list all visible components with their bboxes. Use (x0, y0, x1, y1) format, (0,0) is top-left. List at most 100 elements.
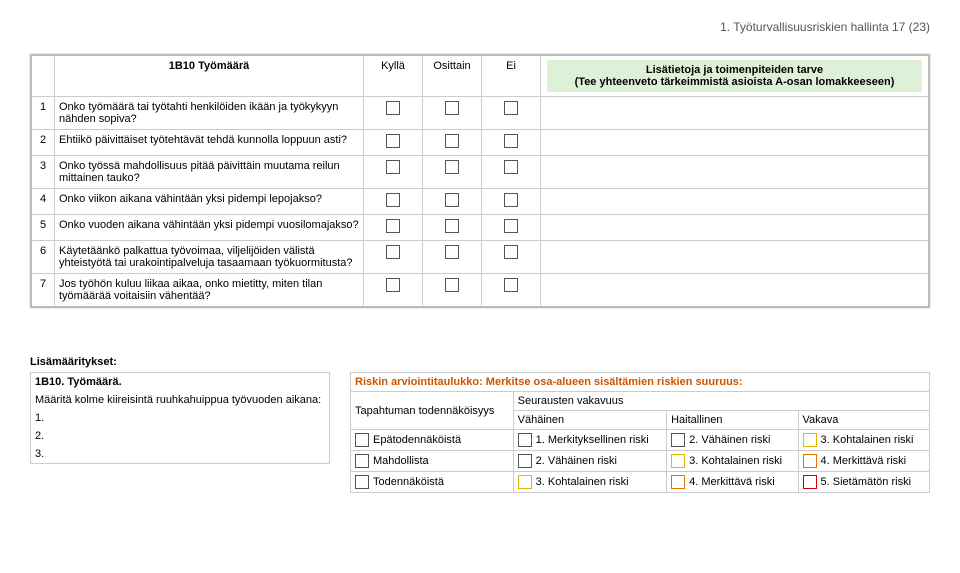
lower-section: 1B10. Työmäärä. Määritä kolme kiireisint… (30, 372, 930, 493)
question-text: Onko vuoden aikana vähintään yksi pidemp… (55, 215, 364, 241)
info-input-cell[interactable] (541, 241, 930, 274)
extra-definitions-header: Lisämääritykset: (30, 356, 930, 368)
info-input-cell[interactable] (541, 156, 930, 189)
checkbox-no[interactable] (504, 134, 518, 148)
checkbox-no[interactable] (504, 278, 518, 292)
info-input-cell[interactable] (541, 130, 930, 156)
risk-value: 2. Vähäinen riski (689, 434, 770, 446)
checkbox-partial[interactable] (445, 278, 459, 292)
risk-value: 4. Merkittävä riski (689, 476, 775, 488)
page-header: 1. Työturvallisuusriskien hallinta 17 (2… (30, 20, 930, 34)
checkbox-no[interactable] (504, 193, 518, 207)
checkbox-partial[interactable] (445, 245, 459, 259)
question-row: 7Jos työhön kuluu liikaa aikaa, onko mie… (31, 274, 929, 308)
info-input-cell[interactable] (541, 97, 930, 130)
question-number: 7 (31, 274, 55, 308)
question-row: 4Onko viikon aikana vähintään yksi pidem… (31, 189, 929, 215)
checkbox-probability[interactable] (355, 454, 369, 468)
checkbox-yes[interactable] (386, 219, 400, 233)
question-text: Ehtiikö päivittäiset työtehtävät tehdä k… (55, 130, 364, 156)
checkbox-yes[interactable] (386, 160, 400, 174)
priority-row[interactable]: 3. (31, 445, 330, 464)
probability-label: Tapahtuman todennäköisyys (351, 392, 514, 430)
risk-value: 4. Merkittävä riski (821, 455, 907, 467)
checkbox-partial[interactable] (445, 134, 459, 148)
checkbox-risk[interactable] (803, 454, 817, 468)
priority-row[interactable]: 2. (31, 427, 330, 445)
question-number: 6 (31, 241, 55, 274)
question-number: 2 (31, 130, 55, 156)
checkbox-yes[interactable] (386, 101, 400, 115)
question-text: Onko viikon aikana vähintään yksi pidemp… (55, 189, 364, 215)
left-title: 1B10. Työmäärä. (31, 373, 330, 392)
sev-col-harmful: Haitallinen (667, 411, 798, 430)
checkbox-partial[interactable] (445, 160, 459, 174)
checkbox-yes[interactable] (386, 245, 400, 259)
question-row: 1Onko työmäärä tai työtahti henkilöiden … (31, 97, 929, 130)
question-row: 3Onko työssä mahdollisuus pitää päivittä… (31, 156, 929, 189)
question-row: 6Käytetäänkö palkattua työvoimaa, viljel… (31, 241, 929, 274)
probability-value: Todennäköistä (373, 476, 444, 488)
checkbox-yes[interactable] (386, 193, 400, 207)
checkbox-risk[interactable] (518, 454, 532, 468)
priority-row[interactable]: 1. (31, 409, 330, 427)
question-text: Käytetäänkö palkattua työvoimaa, viljeli… (55, 241, 364, 274)
question-row: 2Ehtiikö päivittäiset työtehtävät tehdä … (31, 130, 929, 156)
checkbox-risk[interactable] (803, 475, 817, 489)
info-input-cell[interactable] (541, 215, 930, 241)
checkbox-no[interactable] (504, 219, 518, 233)
checkbox-no[interactable] (504, 160, 518, 174)
checkbox-yes[interactable] (386, 278, 400, 292)
col-no: Ei (482, 55, 541, 97)
risk-row: Todennäköistä 3. Kohtalainen riski 4. Merk… (351, 472, 930, 493)
main-questionnaire-table: 1B10 Työmäärä Kyllä Osittain Ei Lisätiet… (30, 54, 930, 308)
checkbox-risk[interactable] (803, 433, 817, 447)
risk-value: 5. Sietämätön riski (821, 476, 911, 488)
checkbox-partial[interactable] (445, 101, 459, 115)
checkbox-partial[interactable] (445, 219, 459, 233)
section-title: 1B10 Työmäärä (55, 55, 364, 97)
risk-row: Mahdollista 2. Vähäinen riski 3. Kohtalain… (351, 451, 930, 472)
info-header: Lisätietoja ja toimenpiteiden tarve (Tee… (547, 60, 922, 92)
risk-value: 2. Vähäinen riski (536, 455, 617, 467)
risk-table-title: Riskin arviointitaulukko: Merkitse osa-a… (351, 373, 930, 392)
left-instruction: Määritä kolme kiireisintä ruuhkahuippua … (31, 391, 330, 409)
info-input-cell[interactable] (541, 274, 930, 308)
info-line2: (Tee yhteenveto tärkeimmistä asioista A-… (553, 76, 916, 88)
question-text: Onko työmäärä tai työtahti henkilöiden i… (55, 97, 364, 130)
checkbox-no[interactable] (504, 245, 518, 259)
severity-label: Seurausten vakavuus (513, 392, 929, 411)
risk-value: 3. Kohtalainen riski (821, 434, 914, 446)
question-number: 5 (31, 215, 55, 241)
col-yes: Kyllä (364, 55, 423, 97)
question-row: 5Onko vuoden aikana vähintään yksi pidem… (31, 215, 929, 241)
checkbox-risk[interactable] (671, 454, 685, 468)
risk-value: 1. Merkityksellinen riski (536, 434, 649, 446)
question-number: 3 (31, 156, 55, 189)
checkbox-risk[interactable] (518, 475, 532, 489)
sev-col-severe: Vakava (798, 411, 929, 430)
checkbox-yes[interactable] (386, 134, 400, 148)
risk-value: 3. Kohtalainen riski (689, 455, 782, 467)
probability-value: Epätodennäköistä (373, 434, 461, 446)
risk-value: 3. Kohtalainen riski (536, 476, 629, 488)
checkbox-partial[interactable] (445, 193, 459, 207)
checkbox-risk[interactable] (671, 475, 685, 489)
question-text: Onko työssä mahdollisuus pitää päivittäi… (55, 156, 364, 189)
info-input-cell[interactable] (541, 189, 930, 215)
question-text: Jos työhön kuluu liikaa aikaa, onko miet… (55, 274, 364, 308)
checkbox-probability[interactable] (355, 475, 369, 489)
risk-assessment-table: Riskin arviointitaulukko: Merkitse osa-a… (350, 372, 930, 493)
checkbox-probability[interactable] (355, 433, 369, 447)
question-number: 1 (31, 97, 55, 130)
info-line1: Lisätietoja ja toimenpiteiden tarve (553, 64, 916, 76)
col-partial: Osittain (423, 55, 482, 97)
checkbox-risk[interactable] (671, 433, 685, 447)
question-number: 4 (31, 189, 55, 215)
left-definition-box: 1B10. Työmäärä. Määritä kolme kiireisint… (30, 372, 330, 464)
sev-col-minor: Vähäinen (513, 411, 666, 430)
checkbox-risk[interactable] (518, 433, 532, 447)
probability-value: Mahdollista (373, 455, 429, 467)
checkbox-no[interactable] (504, 101, 518, 115)
risk-row: Epätodennäköistä 1. Merkityksellinen risk… (351, 430, 930, 451)
